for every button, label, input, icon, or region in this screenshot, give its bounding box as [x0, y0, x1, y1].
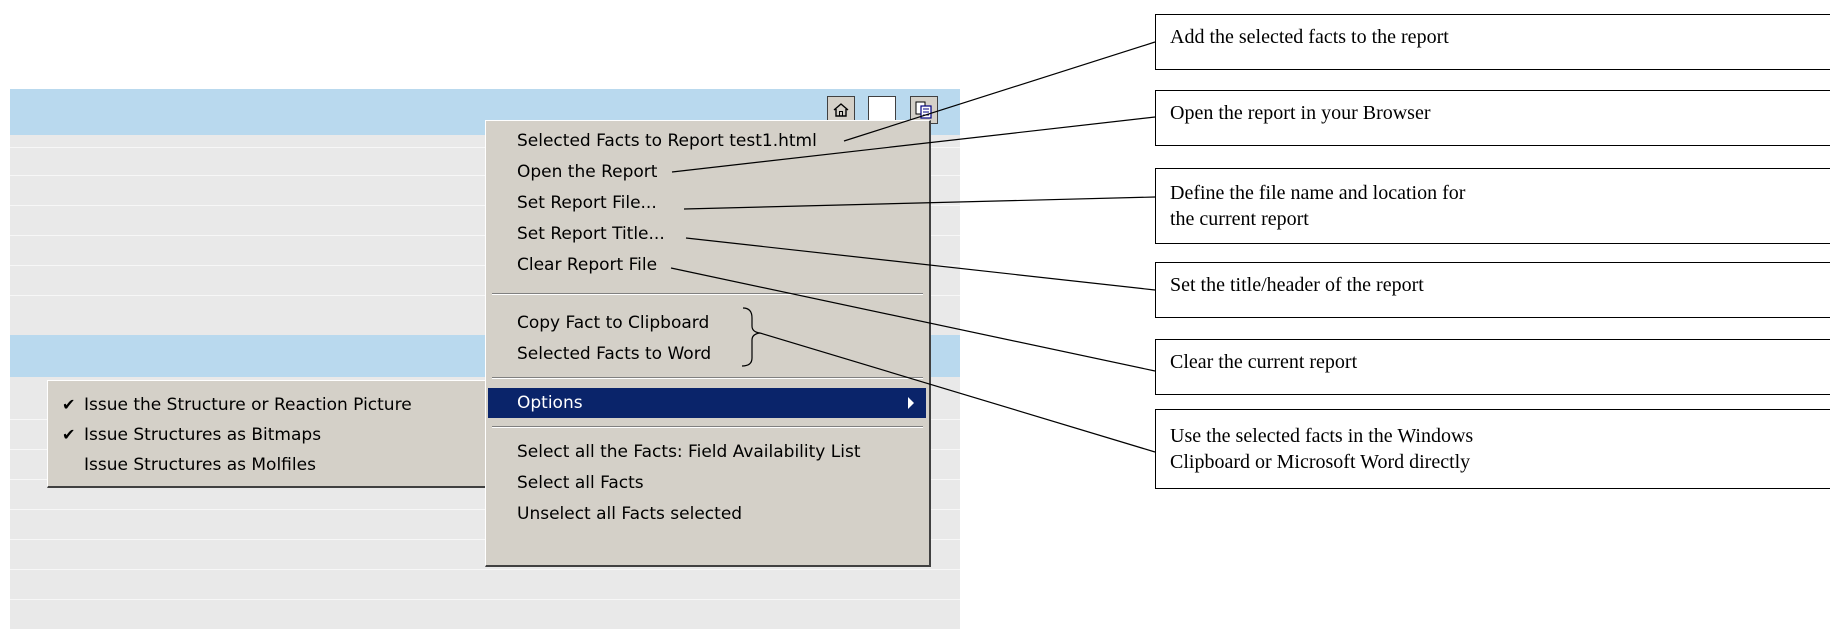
leader-line: [685, 237, 1156, 291]
callout-open-report: Open the report in your Browser: [1155, 90, 1830, 146]
callout-text: Clear the current report: [1170, 351, 1358, 373]
callout-text: Define the file name and location for: [1170, 182, 1466, 204]
bracket-icon: [741, 307, 761, 367]
callout-text: Set the title/header of the report: [1170, 274, 1424, 296]
callout-text: Use the selected facts in the Windows: [1170, 425, 1474, 447]
callout-add-selected-facts: Add the selected facts to the report: [1155, 14, 1830, 70]
leader-line: [759, 332, 1156, 453]
callout-set-title: Set the title/header of the report: [1155, 262, 1830, 318]
leader-line: [670, 267, 1156, 372]
callout-define-file: Define the file name and location for th…: [1155, 168, 1830, 244]
callout-clear-report: Clear the current report: [1155, 339, 1830, 395]
leader-line: [683, 196, 1156, 210]
leader-line: [671, 116, 1156, 173]
callout-text: the current report: [1170, 208, 1309, 230]
leader-line: [843, 41, 1156, 142]
callout-clipboard-word: Use the selected facts in the Windows Cl…: [1155, 409, 1830, 489]
callout-text: Add the selected facts to the report: [1170, 26, 1449, 48]
callout-text: Open the report in your Browser: [1170, 102, 1431, 124]
callout-text: Clipboard or Microsoft Word directly: [1170, 451, 1471, 473]
